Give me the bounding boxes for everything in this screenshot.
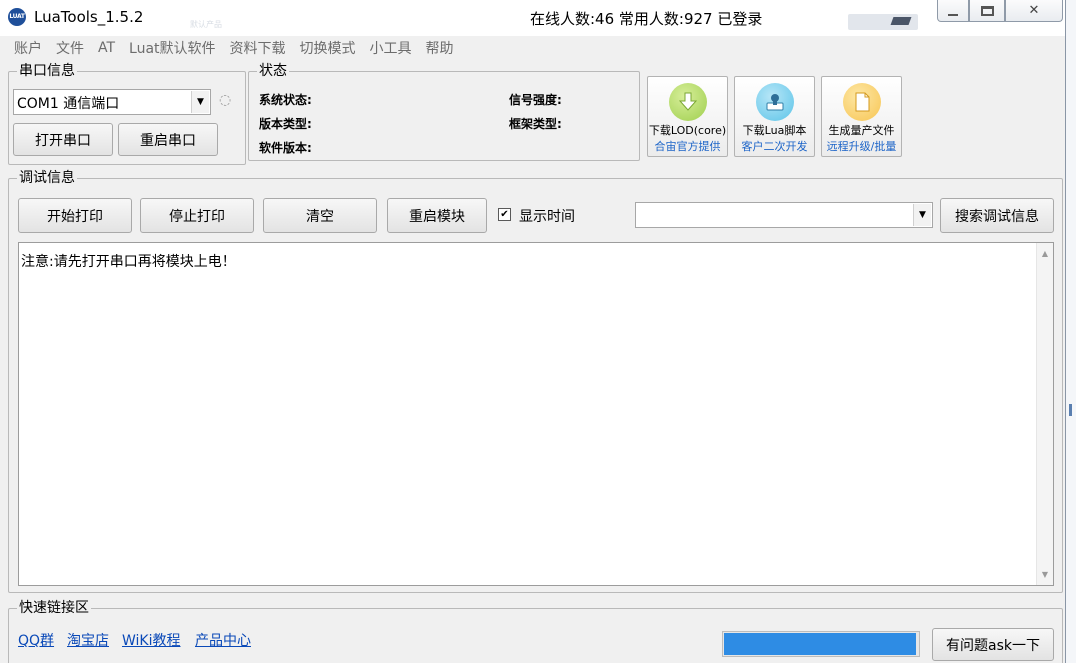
scroll-up-icon[interactable]: ▲ xyxy=(1037,245,1053,262)
menu-help[interactable]: 帮助 xyxy=(426,38,454,58)
generate-production-file-button[interactable]: 生成量产文件 远程升级/批量 xyxy=(821,76,902,157)
serial-port-value: COM1 通信端口 xyxy=(17,96,120,112)
frame-type-label: 框架类型: xyxy=(509,117,562,131)
show-time-checkbox[interactable]: ✔ xyxy=(498,208,511,221)
menu-file[interactable]: 文件 xyxy=(56,38,84,58)
software-version-label: 软件版本: xyxy=(259,141,312,155)
script-upload-icon xyxy=(756,83,794,121)
show-time-label: 显示时间 xyxy=(519,209,575,225)
debug-info-label: 调试信息 xyxy=(17,169,77,187)
window-title: LuaTools_1.5.2 xyxy=(34,8,144,26)
progress-fill xyxy=(724,633,917,655)
download-arrow-icon xyxy=(669,83,707,121)
open-serial-button[interactable]: 打开串口 xyxy=(13,123,113,156)
menu-account[interactable]: 账户 xyxy=(14,38,42,58)
start-print-button[interactable]: 开始打印 xyxy=(18,198,132,233)
title-bar[interactable]: LUAT LuaTools_1.5.2 默认产品 在线人数:46 常用人数:92… xyxy=(0,0,1065,36)
restart-serial-button[interactable]: 重启串口 xyxy=(118,123,218,156)
download-lua-script-sublabel: 客户二次开发 xyxy=(741,140,808,153)
version-type-label: 版本类型: xyxy=(259,117,312,131)
system-state-label: 系统状态: xyxy=(259,93,312,107)
download-lod-button[interactable]: 下载LOD(core) 合宙官方提供 xyxy=(647,76,728,157)
desktop-mark xyxy=(1069,404,1072,416)
link-qq-group[interactable]: QQ群 xyxy=(18,630,54,650)
close-button[interactable]: ✕ xyxy=(1005,0,1063,22)
generate-production-file-label: 生成量产文件 xyxy=(828,124,895,137)
download-lod-sublabel: 合宙官方提供 xyxy=(654,140,721,153)
minimize-icon xyxy=(948,13,958,16)
desktop-background xyxy=(1066,0,1076,663)
ask-question-button[interactable]: 有问题ask一下 xyxy=(932,628,1054,661)
stop-print-button[interactable]: 停止打印 xyxy=(140,198,254,233)
link-wiki-tutorial[interactable]: WiKi教程 xyxy=(122,630,181,650)
quick-links-label: 快速链接区 xyxy=(17,599,91,617)
chevron-down-icon[interactable]: ▼ xyxy=(913,204,931,226)
port-status-indicator-icon: ◌ xyxy=(219,92,232,108)
online-status-text: 在线人数:46 常用人数:927 已登录 xyxy=(530,10,763,28)
menu-tools[interactable]: 小工具 xyxy=(370,38,412,58)
scroll-down-icon[interactable]: ▼ xyxy=(1037,566,1053,583)
minimize-button[interactable] xyxy=(937,0,969,22)
document-icon xyxy=(843,83,881,121)
menu-luat-default-software[interactable]: Luat默认软件 xyxy=(129,38,216,58)
progress-bar xyxy=(722,631,920,657)
signal-strength-label: 信号强度: xyxy=(509,93,562,107)
serial-port-select[interactable]: COM1 通信端口 ▼ xyxy=(13,89,211,115)
menu-switch-mode[interactable]: 切换模式 xyxy=(300,38,356,58)
link-taobao-shop[interactable]: 淘宝店 xyxy=(67,630,109,650)
status-label: 状态 xyxy=(257,62,289,80)
download-lua-script-label: 下载Lua脚本 xyxy=(742,124,807,137)
download-lua-script-button[interactable]: 下载Lua脚本 客户二次开发 xyxy=(734,76,815,157)
clear-button[interactable]: 清空 xyxy=(263,198,377,233)
app-logo-icon: LUAT xyxy=(8,8,26,26)
luatools-window: LUAT LuaTools_1.5.2 默认产品 在线人数:46 常用人数:92… xyxy=(0,0,1066,663)
debug-log-area[interactable]: 注意:请先打开串口再将模块上电！ ▲ ▼ xyxy=(18,242,1054,586)
search-keyword-select[interactable]: ▼ xyxy=(635,202,933,228)
log-line: 注意:请先打开串口再将模块上电！ xyxy=(21,254,236,270)
download-lod-label: 下载LOD(core) xyxy=(648,124,727,137)
maximize-icon xyxy=(980,5,994,16)
menu-resource-download[interactable]: 资料下载 xyxy=(230,38,286,58)
search-debug-button[interactable]: 搜索调试信息 xyxy=(940,198,1054,233)
generate-production-file-sublabel: 远程升级/批量 xyxy=(826,140,897,153)
link-product-center[interactable]: 产品中心 xyxy=(195,630,251,650)
serial-info-label: 串口信息 xyxy=(17,62,77,80)
close-icon: ✕ xyxy=(1028,3,1040,18)
restart-module-button[interactable]: 重启模块 xyxy=(387,198,487,233)
menu-at[interactable]: AT xyxy=(98,40,115,56)
menu-bar: 账户 文件 AT Luat默认软件 资料下载 切换模式 小工具 帮助 xyxy=(0,36,1065,60)
log-scrollbar[interactable]: ▲ ▼ xyxy=(1036,243,1053,585)
chevron-down-icon[interactable]: ▼ xyxy=(191,91,209,113)
background-window-text: 默认产品 xyxy=(190,20,222,29)
background-window-fragment xyxy=(848,14,918,30)
maximize-button[interactable] xyxy=(969,0,1005,22)
